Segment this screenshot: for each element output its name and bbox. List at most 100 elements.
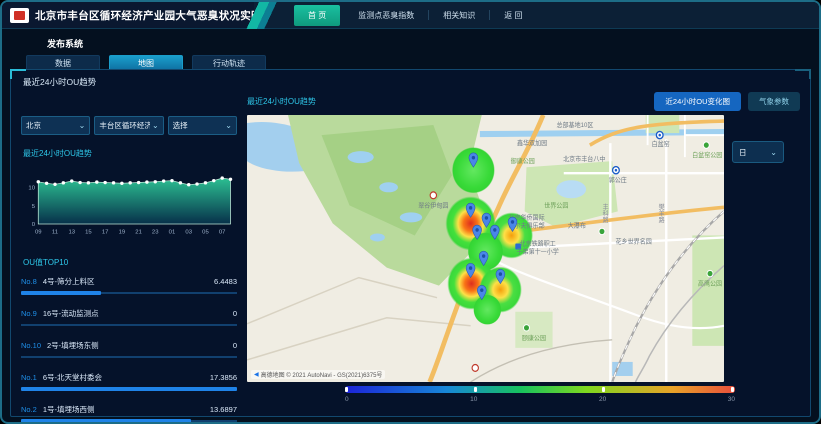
- diagonal-accent: [246, 2, 280, 29]
- svg-text:07: 07: [219, 230, 226, 236]
- chevron-down-icon: ⌄: [225, 121, 232, 130]
- top-bar: 北京市丰台区循环经济产业园大气恶臭状况实时 首 页 监测点恶臭指数 相关知识 返…: [2, 2, 819, 29]
- ou-value: 17.3856: [210, 373, 237, 382]
- world-park-lake: [556, 180, 586, 198]
- subway-icon-dot: [659, 134, 661, 137]
- chevron-down-icon: ⌄: [152, 121, 159, 130]
- map-side-panel: 日 ⌄: [732, 115, 800, 382]
- map-label: 白盆窑: [652, 139, 670, 148]
- nav-knowledge[interactable]: 相关知识: [429, 5, 489, 26]
- list-item[interactable]: No.1 6号-北天堂村委会 17.3856: [21, 368, 237, 397]
- legend-marker: [602, 387, 605, 392]
- svg-text:23: 23: [152, 230, 159, 236]
- ou-value: 0: [233, 309, 237, 318]
- svg-text:13: 13: [68, 230, 75, 236]
- list-item[interactable]: No.10 2号-填埋场东侧 0: [21, 336, 237, 365]
- road-label: 丰科路: [601, 202, 608, 224]
- dashboard-window: 北京市丰台区循环经济产业园大气恶臭状况实时 首 页 监测点恶臭指数 相关知识 返…: [0, 0, 821, 424]
- svg-text:5: 5: [32, 204, 35, 210]
- map-copyright: ◀ 高德地图 © 2021 AutoNavi - GS(2021)6375号: [251, 370, 385, 379]
- map-label: 大瀑布: [568, 220, 586, 229]
- main-nav: 首 页 监测点恶臭指数 相关知识 返 回: [254, 2, 819, 28]
- legend-tick: 20: [599, 396, 606, 403]
- park-pond: [370, 233, 385, 241]
- heatmap-blob: [473, 295, 501, 325]
- nav-back[interactable]: 返 回: [490, 5, 536, 26]
- subway-icon-dot: [615, 169, 617, 172]
- legend-tick: 30: [728, 396, 735, 403]
- svg-text:03: 03: [185, 230, 192, 236]
- map-label: 鑫华双加园: [517, 138, 547, 147]
- svg-text:01: 01: [169, 230, 176, 236]
- value-bar: [21, 387, 237, 391]
- svg-text:09: 09: [35, 230, 42, 236]
- trend-area: [38, 178, 230, 224]
- ou-value: 6.4483: [214, 277, 237, 286]
- ou-color-legend: 0 10 20 30: [247, 386, 800, 410]
- y-axis-ticks: 0 5 10: [28, 186, 35, 228]
- legend-tick: 0: [345, 396, 349, 403]
- park-pond: [379, 182, 398, 192]
- left-sidebar: 北京 ⌄ 丰台区循环经济产 ⌄ 选择 ⌄ 最近24小时OU趋势: [21, 92, 237, 410]
- app-logo-icon: [10, 8, 29, 23]
- station-name: 4号-筛分上料区: [43, 276, 95, 287]
- map-label: 颐康公园: [522, 333, 546, 342]
- park-pond: [400, 212, 422, 222]
- list-item[interactable]: No.8 4号-筛分上料区 6.4483: [21, 272, 237, 301]
- ou-change-map-button[interactable]: 近24小时OU变化图: [654, 92, 741, 111]
- top-list-title: OU值TOP10: [23, 257, 237, 268]
- map-label: 总部基地10区: [556, 120, 593, 129]
- map-label: 翠谷伊甸园: [418, 200, 448, 209]
- park-area-south: [515, 312, 552, 348]
- map-section-title: 最近24小时OU趋势: [247, 96, 316, 107]
- svg-text:10: 10: [28, 186, 35, 192]
- map-label: 世界公园: [544, 200, 568, 209]
- list-item[interactable]: No.2 1号-填埋场西侧 13.6897: [21, 400, 237, 424]
- poi-icon: [472, 365, 478, 372]
- map-label: 白盆窑公园: [692, 150, 722, 159]
- panel-title: 最近24小时OU趋势: [23, 76, 800, 88]
- map-label: 北京市丰台八中: [563, 154, 605, 163]
- rank-label: No.10: [21, 341, 41, 350]
- map-label: 北京铁路职工: [520, 238, 556, 247]
- svg-text:0: 0: [32, 222, 36, 228]
- rank-label: No.2: [21, 405, 37, 414]
- chevron-down-icon: ⌄: [79, 121, 86, 130]
- svg-text:17: 17: [102, 230, 109, 236]
- publish-system-title: 发布系统: [47, 37, 819, 50]
- park-icon: [599, 228, 605, 234]
- station-name: 1号-填埋场西侧: [43, 404, 95, 415]
- map-label: 郭公庄: [609, 175, 627, 184]
- station-name: 2号-填埋场东侧: [47, 340, 99, 351]
- park-icon: [524, 325, 530, 331]
- map-label: 花乡世界名园: [616, 236, 652, 245]
- interval-select[interactable]: 日 ⌄: [732, 141, 784, 163]
- brand: 北京市丰台区循环经济产业园大气恶臭状况实时: [2, 2, 254, 28]
- park-icon: [707, 270, 713, 276]
- district-select[interactable]: 丰台区循环经济产 ⌄: [94, 116, 163, 135]
- legend-marker: [474, 387, 477, 392]
- svg-text:19: 19: [119, 230, 126, 236]
- value-bar: [21, 355, 237, 359]
- value-bar: [21, 323, 237, 327]
- map-section: 最近24小时OU趋势 近24小时OU变化图 气象参数: [247, 92, 800, 410]
- legend-marker: [731, 387, 734, 392]
- rank-label: No.8: [21, 277, 37, 286]
- ou-top-list: No.8 4号-筛分上料区 6.4483 No.9 16号-流动监测点 0: [21, 272, 237, 424]
- station-select[interactable]: 选择 ⌄: [168, 116, 237, 135]
- ou-value: 0: [233, 341, 237, 350]
- nav-station-index[interactable]: 监测点恶臭指数: [344, 5, 428, 26]
- x-axis-ticks: 091113151719212301030507: [35, 230, 226, 236]
- app-title: 北京市丰台区循环经济产业园大气恶臭状况实时: [35, 8, 262, 23]
- chevron-down-icon: ⌄: [770, 148, 777, 157]
- poi-icon: [430, 192, 436, 199]
- city-select[interactable]: 北京 ⌄: [21, 116, 90, 135]
- weather-params-button[interactable]: 气象参数: [748, 92, 800, 111]
- svg-text:15: 15: [85, 230, 92, 236]
- nav-home[interactable]: 首 页: [294, 5, 340, 26]
- heatmap-map[interactable]: 翠谷伊甸园 御康公园 总部基地10区 鑫华双加园 北京市丰台八中 世界公园 北京…: [247, 115, 724, 382]
- list-item[interactable]: No.9 16号-流动监测点 0: [21, 304, 237, 333]
- rank-label: No.9: [21, 309, 37, 318]
- rank-label: No.1: [21, 373, 37, 382]
- ou-value: 13.6897: [210, 405, 237, 414]
